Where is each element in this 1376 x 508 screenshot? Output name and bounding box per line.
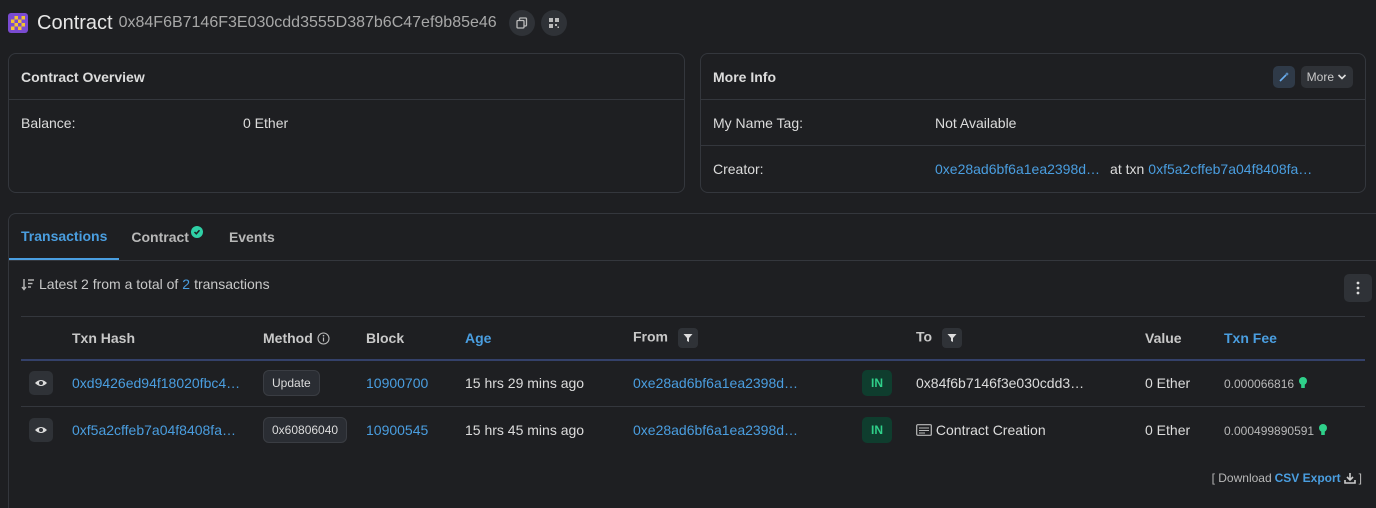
more-dropdown-label: More — [1306, 69, 1334, 84]
sort-icon — [21, 279, 34, 291]
creator-row: Creator: 0xe28ad6bf6a1ea2398d… at txn 0x… — [701, 146, 1365, 192]
txn-hash-link[interactable]: 0xd9426ed94f18020fbc4… — [72, 375, 240, 391]
contract-creation-text: Contract Creation — [935, 422, 1046, 439]
row-preview-cell — [21, 407, 72, 454]
overview-title: Contract Overview — [9, 54, 684, 100]
download-icon[interactable] — [1343, 472, 1356, 484]
method-badge: Update — [263, 370, 320, 397]
from-address-link[interactable]: 0xe28ad6bf6a1ea2398d… — [633, 375, 798, 391]
header-direction — [862, 316, 916, 361]
value-cell: 0 Ether — [1145, 359, 1224, 407]
copy-icon[interactable] — [508, 10, 535, 36]
method-badge: 0x60806040 — [263, 417, 348, 444]
tab-transactions[interactable]: Transactions — [9, 214, 120, 260]
contract-file-icon — [916, 424, 932, 437]
summary-prefix: Latest 2 from a total of — [39, 276, 179, 292]
table-header-row: Txn Hash Method Block Age From To Value … — [21, 316, 1365, 361]
download-prefix: [ Download — [1211, 471, 1272, 485]
header-block: Block — [366, 316, 465, 361]
to-cell: Contract Creation — [916, 407, 1145, 454]
from-address-link[interactable]: 0xe28ad6bf6a1ea2398d… — [633, 422, 798, 438]
txn-hash-link[interactable]: 0xf5a2cffeb7a04f8408fa… — [72, 422, 236, 438]
summary-suffix: transactions — [194, 276, 270, 292]
transactions-table: Txn Hash Method Block Age From To Value … — [21, 316, 1365, 454]
header-method-label: Method — [263, 329, 313, 346]
header-to-label: To — [916, 328, 933, 345]
value-cell: 0 Ether — [1145, 422, 1191, 439]
page-header: Contract 0x84F6B7146F3E030cdd3555D387b6C… — [8, 8, 573, 38]
csv-export-link[interactable]: CSV Export — [1275, 471, 1341, 485]
eye-icon[interactable] — [29, 418, 53, 443]
verified-check-icon — [190, 226, 203, 238]
direction-badge: IN — [862, 417, 892, 444]
header-method: Method — [263, 316, 366, 361]
balance-row: Balance: 0 Ether — [9, 100, 684, 146]
tab-events[interactable]: Events — [217, 214, 287, 260]
age-cell: 15 hrs 45 mins ago — [465, 422, 585, 439]
name-tag-label: My Name Tag: — [713, 114, 803, 131]
name-tag-value: Not Available — [935, 114, 1017, 131]
creator-address-link[interactable]: 0xe28ad6bf6a1ea2398d… — [935, 161, 1100, 177]
header-from: From — [633, 316, 862, 361]
more-info-card: More Info More My Name Tag: Not Availabl… — [700, 53, 1366, 193]
header-spacer — [21, 316, 72, 361]
txn-fee-value: 0.000499890591 — [1224, 424, 1315, 439]
filter-icon[interactable] — [941, 327, 962, 348]
row-preview-cell — [21, 359, 72, 407]
balance-label: Balance: — [21, 115, 76, 131]
header-from-label: From — [633, 328, 668, 345]
tab-contract[interactable]: Contract — [119, 214, 217, 260]
header-value: Value — [1145, 316, 1224, 361]
page-title: Contract — [37, 11, 113, 34]
header-txn-fee[interactable]: Txn Fee — [1224, 316, 1365, 361]
more-info-actions: More — [1272, 65, 1353, 88]
transactions-summary: Latest 2 from a total of 2 transactions — [21, 276, 270, 292]
gas-bulb-icon[interactable] — [1298, 376, 1308, 390]
contract-avatar-icon — [8, 13, 28, 33]
more-options-icon[interactable] — [1344, 274, 1372, 302]
direction-badge: IN — [862, 370, 892, 397]
download-suffix: ] — [1358, 471, 1362, 485]
info-icon[interactable] — [317, 332, 330, 345]
age-cell: 15 hrs 29 mins ago — [465, 359, 633, 407]
more-info-title: More Info — [713, 68, 776, 85]
qr-code-icon[interactable] — [540, 10, 567, 36]
to-address[interactable]: 0x84f6b7146f3e030cdd3… — [916, 359, 1145, 407]
creator-txn-link[interactable]: 0xf5a2cffeb7a04f8408fa… — [1148, 161, 1312, 177]
chevron-down-icon — [1337, 73, 1347, 80]
gas-bulb-icon[interactable] — [1318, 423, 1328, 437]
table-row: 0xf5a2cffeb7a04f8408fa… 0x60806040 10900… — [21, 407, 1365, 454]
header-txn-hash: Txn Hash — [72, 316, 263, 361]
magic-wand-icon[interactable] — [1272, 65, 1295, 88]
name-tag-row: My Name Tag: Not Available — [701, 100, 1365, 146]
more-dropdown-button[interactable]: More — [1300, 65, 1353, 88]
tab-contract-label: Contract — [131, 229, 189, 245]
contract-address: 0x84F6B7146F3E030cdd3555D387b6C47ef9b85e… — [118, 14, 497, 31]
txn-fee-value: 0.000066816 — [1224, 377, 1295, 392]
transactions-card: Transactions Contract Events Latest 2 fr… — [8, 213, 1376, 508]
table-row: 0xd9426ed94f18020fbc4… Update 10900700 1… — [21, 359, 1365, 407]
filter-icon[interactable] — [677, 327, 698, 348]
balance-value: 0 Ether — [243, 115, 289, 131]
creator-label: Creator: — [713, 161, 764, 177]
block-link[interactable]: 10900545 — [366, 422, 428, 438]
summary-count: 2 — [182, 276, 191, 292]
header-age[interactable]: Age — [465, 316, 633, 361]
header-to: To — [916, 316, 1145, 361]
tab-bar: Transactions Contract Events — [9, 214, 1376, 261]
more-info-header: More Info More — [701, 54, 1365, 100]
download-csv: [ Download CSV Export ] — [1212, 471, 1362, 485]
contract-overview-card: Contract Overview Balance: 0 Ether — [8, 53, 685, 193]
eye-icon[interactable] — [29, 371, 53, 396]
block-link[interactable]: 10900700 — [366, 375, 428, 391]
at-txn-text: at txn — [1110, 161, 1145, 177]
